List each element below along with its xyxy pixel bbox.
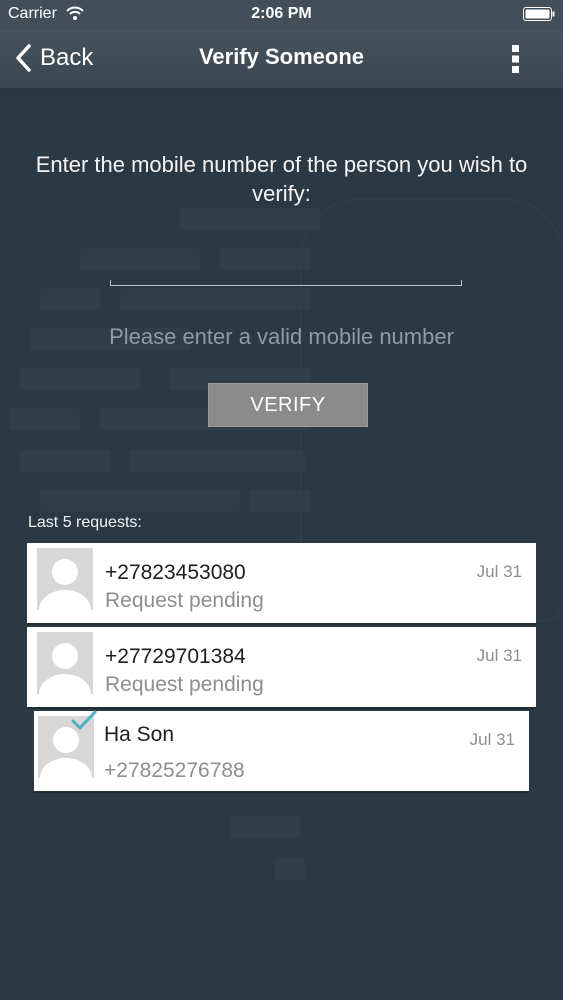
request-date: Jul 31 [476,646,522,665]
request-list-item[interactable]: +27729701384 Request pending Jul 31 [27,627,536,709]
back-button[interactable]: Back [14,41,93,75]
avatar-placeholder-icon [39,643,91,694]
request-title: +27729701384 [105,645,246,668]
status-time: 2:06 PM [251,5,312,22]
status-bar: Carrier 2:06 PM [0,0,563,30]
phone-input-container [110,240,462,286]
navigation-bar: Back Verify Someone [0,30,563,89]
checkmark-icon [71,710,97,730]
back-chevron-icon [16,44,31,72]
back-label: Back [40,44,94,71]
request-date: Jul 31 [476,562,522,581]
request-list-item-verified[interactable]: Ha Son +27825276788 Jul 31 [34,710,529,793]
request-title: +27823453080 [105,561,246,584]
more-vertical-icon[interactable] [511,44,521,74]
validation-message: Please enter a valid mobile number [109,324,454,349]
request-title: Ha Son [104,723,175,746]
request-subtitle: +27825276788 [104,759,245,782]
battery-icon [523,7,555,21]
avatar [37,632,93,694]
request-date: Jul 31 [469,730,515,749]
request-subtitle: Request pending [105,589,264,612]
verify-button[interactable]: VERIFY [208,383,368,427]
request-subtitle: Request pending [105,673,264,696]
request-list-item[interactable]: +27823453080 Request pending Jul 31 [27,543,536,625]
input-underline [110,280,462,286]
avatar-placeholder-icon [39,559,91,610]
verify-prompt: Enter the mobile number of the person yo… [35,152,528,206]
avatar [37,548,93,610]
requests-heading: Last 5 requests: [28,514,142,531]
